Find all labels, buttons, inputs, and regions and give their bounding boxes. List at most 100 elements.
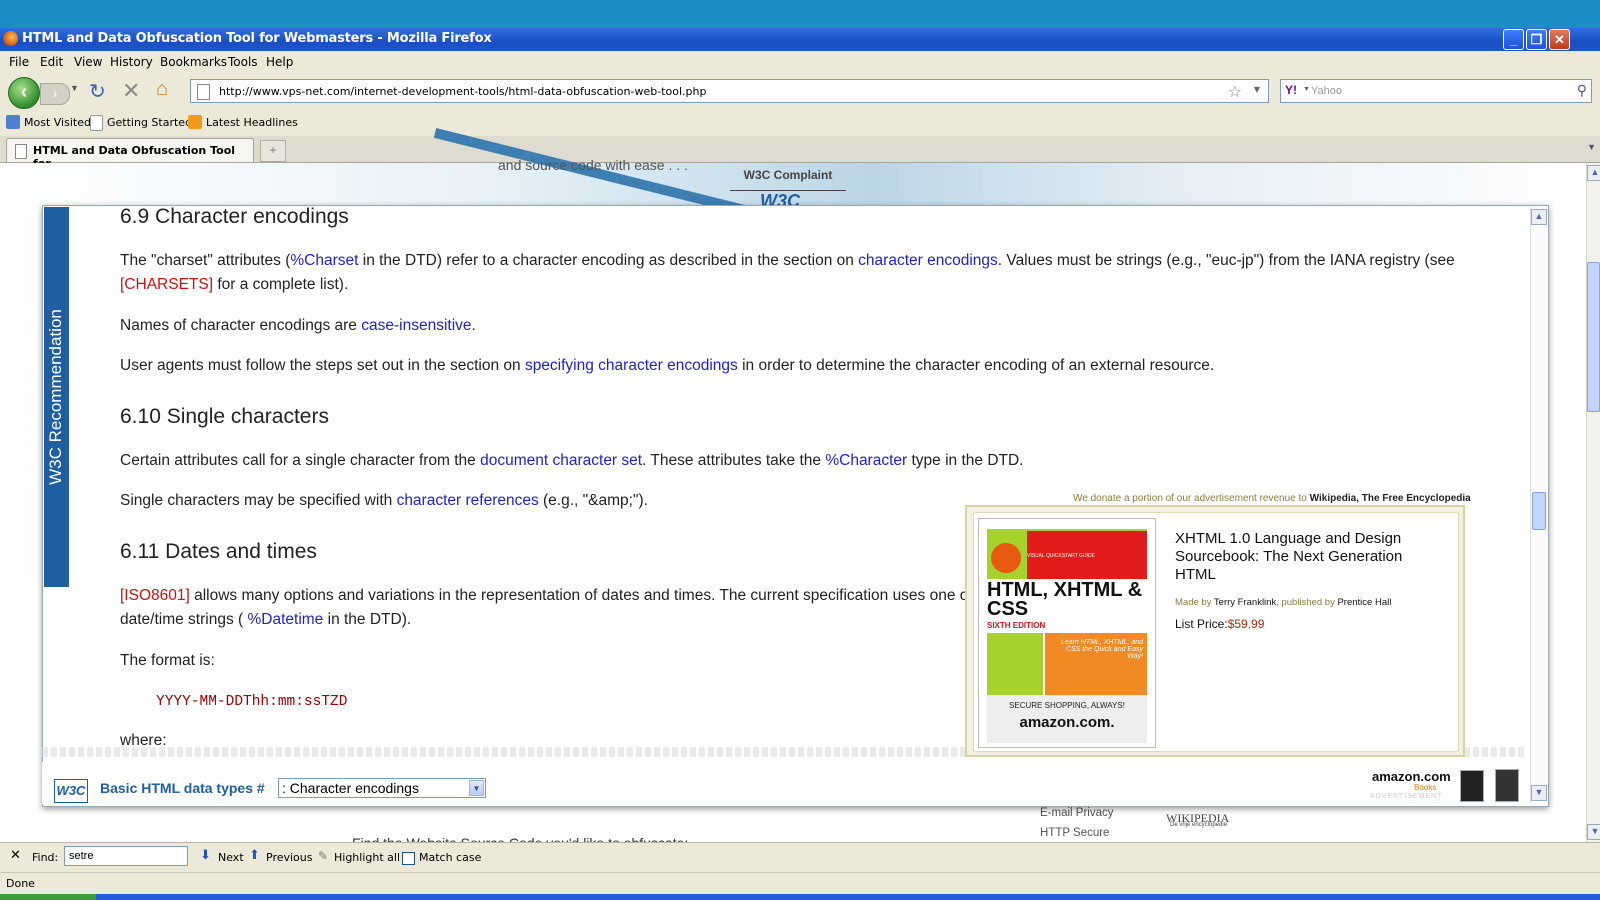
link-http-secure[interactable]: HTTP Secure [1040,827,1109,839]
url-text[interactable]: http://www.vps-net.com/internet-developm… [219,85,706,98]
find-previous-arrow-icon[interactable]: ⬆ [249,848,260,863]
yahoo-icon[interactable]: Y! [1285,83,1297,97]
link-iso8601[interactable]: [ISO8601] [120,587,190,604]
search-icon[interactable]: ⚲ [1577,82,1587,99]
menu-file[interactable]: File [9,55,29,69]
match-case-checkbox[interactable] [402,852,415,865]
menu-bookmarks[interactable]: Bookmarks [160,55,227,69]
text: . These attributes take the [642,452,826,469]
firefox-icon [3,31,18,46]
find-close-icon[interactable]: ✕ [10,848,21,863]
back-button[interactable]: ‹ [8,77,40,109]
start-button[interactable] [0,894,96,900]
popup-scrollbar-thumb[interactable] [1532,492,1546,530]
book-badge [991,543,1021,573]
url-dropdown-icon[interactable]: ▼ [1254,85,1260,94]
forward-button[interactable]: › [40,83,70,105]
tab-active[interactable]: HTML and Data Obfuscation Tool for ... [6,138,254,170]
menu-help[interactable]: Help [266,55,293,69]
link-specifying-encodings[interactable]: specifying character encodings [525,357,738,374]
made-by-label: Made by [1175,597,1214,608]
w3c-logo[interactable]: W3C [54,779,88,803]
w3c-complaint-label[interactable]: W3C Complaint [730,168,846,191]
popup-scrollbar[interactable]: ▲ ▼ [1530,207,1547,803]
popup-scroll-down-icon[interactable]: ▼ [1531,785,1547,801]
bookmark-getting-started[interactable]: Getting Started [107,116,192,129]
small-book-thumb-2[interactable] [1495,769,1519,802]
paragraph-format: The format is: [120,652,215,669]
reload-icon[interactable]: ↻ [89,79,106,104]
tab-list-icon[interactable]: ▼ [1587,142,1596,152]
link-character[interactable]: %Character [825,452,907,469]
scroll-down-arrow-icon[interactable]: ▼ [1587,824,1600,840]
page-icon [197,84,210,100]
close-button[interactable]: ✕ [1549,29,1570,50]
book-shopping: SECURE SHOPPING, ALWAYS! [1009,701,1125,710]
menu-history[interactable]: History [110,55,153,69]
popup-scroll-up-icon[interactable]: ▲ [1531,209,1547,225]
getting-started-icon [90,115,103,131]
book-cover[interactable]: VISUAL QUICKSTART GUIDE HTML, XHTML & CS… [978,518,1156,748]
published-label: , published by [1276,597,1338,608]
link-character-references[interactable]: character references [397,492,539,509]
book-green-block [987,633,1043,695]
bookmark-most-visited[interactable]: Most Visited [24,116,91,129]
link-document-character-set[interactable]: document character set [480,452,642,469]
search-engine-dropdown-icon[interactable]: ▼ [1303,86,1310,93]
w3c-sidebar-title: W3C Recommendation [46,309,65,485]
link-character-encodings[interactable]: character encodings [858,252,998,269]
page-scrollbar-thumb[interactable] [1587,262,1600,412]
menu-edit[interactable]: Edit [40,55,63,69]
ad-book-title[interactable]: XHTML 1.0 Language and Design Sourcebook… [1175,530,1445,584]
format-code: YYYY-MM-DDThh:mm:ssTZD [156,694,348,710]
link-charset[interactable]: %Charset [290,252,358,269]
text: User agents must follow the steps set ou… [120,357,525,374]
find-next-arrow-icon[interactable]: ⬇ [200,848,211,863]
new-tab-button[interactable]: + [260,140,286,162]
link-charsets-ref[interactable]: [CHARSETS] [120,276,213,293]
text: date/time strings ( [120,611,248,628]
list-price-value: $59.99 [1227,617,1265,631]
find-label: Find: [32,851,59,864]
find-previous-button[interactable]: Previous [266,851,313,864]
search-box[interactable]: Y! ▼ Yahoo ⚲ [1280,79,1592,103]
find-highlight-all-button[interactable]: Highlight all [334,851,400,864]
ad-list-price: List Price:$59.99 [1175,617,1264,631]
match-case-label[interactable]: Match case [419,851,481,864]
amazon-books-logo[interactable]: amazon.com [1372,769,1451,784]
history-dropdown-icon[interactable]: ▼ [70,83,79,93]
donate-target[interactable]: Wikipedia, The Free Encyclopedia [1310,493,1471,504]
ad-publisher[interactable]: Prentice Hall [1337,597,1391,608]
restore-button[interactable]: ❐ [1526,29,1547,50]
data-types-select[interactable]: : Character encodings ▼ [278,778,486,798]
amazon-books-sub: Books [1414,783,1437,792]
tab-page-icon [15,144,27,159]
text: allows many options and variations in th… [189,587,969,604]
data-types-select-value: : Character encodings [282,780,419,796]
status-bar: Done [0,872,1600,895]
bookmark-star-icon[interactable]: ☆ [1228,82,1242,101]
small-book-thumb-1[interactable] [1460,770,1484,802]
stop-icon[interactable]: ✕ [122,78,140,104]
search-placeholder: Yahoo [1311,85,1342,97]
link-datetime[interactable]: %Datetime [248,611,324,628]
find-input[interactable]: setre [64,846,188,866]
bookmarks-toolbar: Most Visited Getting Started Latest Head… [0,111,1600,133]
text: type in the DTD. [907,452,1024,469]
menu-tools[interactable]: Tools [228,55,258,69]
ad-author[interactable]: Terry Franklink [1214,597,1276,608]
find-next-button[interactable]: Next [218,851,244,864]
text: in the DTD). [323,611,412,628]
highlighter-icon[interactable]: ✎ [318,849,328,863]
home-icon[interactable]: ⌂ [156,78,168,101]
menu-view[interactable]: View [74,55,102,69]
wikipedia-subtitle: De vrije encyclopedie [1170,822,1228,828]
address-bar[interactable]: http://www.vps-net.com/internet-developm… [190,79,1269,103]
link-case-insensitive[interactable]: case-insensitive [361,317,471,334]
chevron-down-icon[interactable]: ▼ [469,780,484,796]
find-source-heading: Find the Website Source Code you'd like … [352,835,688,842]
scroll-up-arrow-icon[interactable]: ▲ [1587,165,1600,181]
link-email-privacy[interactable]: E-mail Privacy [1040,807,1113,819]
minimize-button[interactable]: _ [1503,29,1524,50]
bookmark-latest-headlines[interactable]: Latest Headlines [206,116,298,129]
